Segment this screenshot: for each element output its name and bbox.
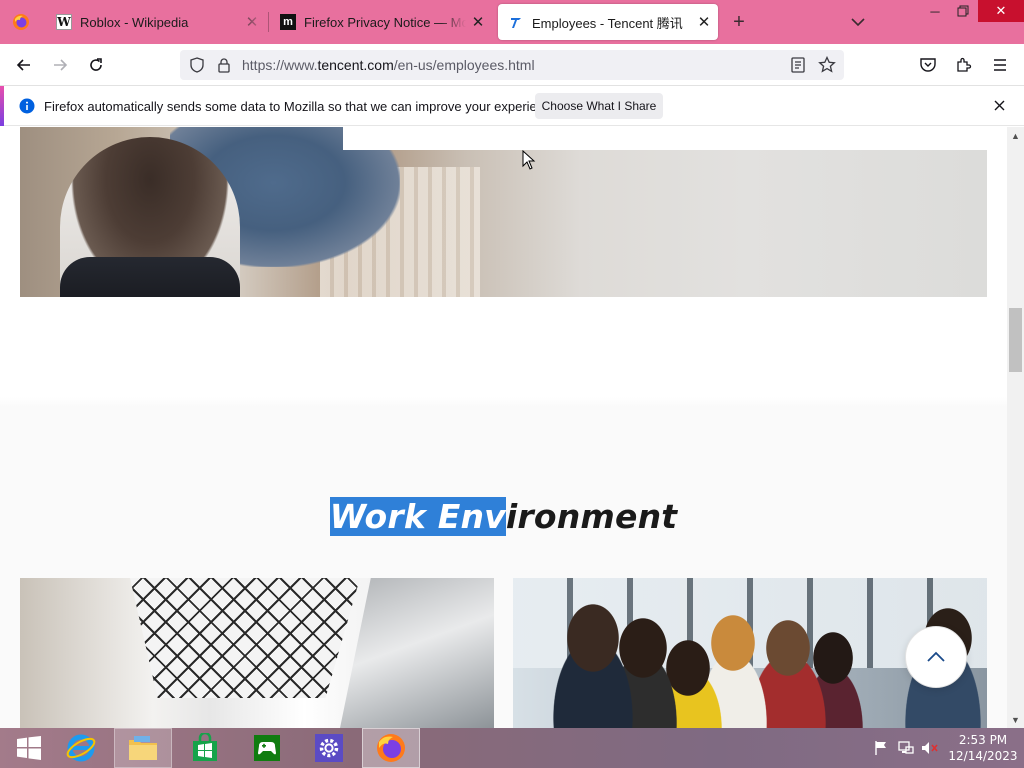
- info-icon: [19, 98, 35, 114]
- store-icon: [193, 733, 217, 761]
- notification-message: Firefox automatically sends some data to…: [44, 99, 562, 114]
- file-explorer-icon: [129, 736, 157, 760]
- restore-button[interactable]: [948, 0, 978, 22]
- choose-what-i-share-button[interactable]: Choose What I Share: [535, 93, 663, 119]
- hamburger-menu-icon: [994, 59, 1006, 71]
- action-center-flag-icon[interactable]: [872, 738, 890, 758]
- scroll-up-arrow-icon[interactable]: ▲: [1007, 127, 1024, 144]
- mozilla-icon: m: [280, 14, 296, 30]
- taskbar-store[interactable]: [176, 728, 234, 768]
- restore-icon: [957, 5, 969, 17]
- firefox-icon: [13, 14, 29, 30]
- tab-separator: [268, 12, 269, 32]
- bookmark-star-icon[interactable]: [818, 56, 836, 74]
- tab-strip: W Roblox - Wikipedia ✕ m Firefox Privacy…: [0, 0, 1024, 44]
- scrollbar-thumb[interactable]: [1009, 308, 1022, 372]
- reader-view-icon[interactable]: [791, 57, 805, 73]
- firefox-view-button[interactable]: [8, 8, 34, 36]
- tab-roblox-wikipedia[interactable]: W Roblox - Wikipedia ✕: [46, 4, 266, 40]
- tab-title: Firefox Privacy Notice — Mozilla: [304, 14, 466, 30]
- forward-button[interactable]: [46, 52, 74, 78]
- back-to-top-button[interactable]: [905, 626, 967, 688]
- reload-icon: [90, 58, 102, 71]
- close-tab-icon[interactable]: ✕: [692, 13, 716, 31]
- address-bar[interactable]: https://www.tencent.com/en-us/employees.…: [180, 50, 844, 80]
- back-button[interactable]: [10, 52, 38, 78]
- taskbar-internet-explorer[interactable]: [52, 728, 110, 768]
- close-tab-icon[interactable]: ✕: [466, 13, 490, 31]
- clock-time: 2:53 PM: [958, 733, 1008, 747]
- close-notification-icon[interactable]: [993, 99, 1006, 112]
- reload-button[interactable]: [82, 52, 110, 78]
- list-all-tabs-button[interactable]: [846, 10, 870, 34]
- scroll-down-arrow-icon[interactable]: ▼: [1007, 711, 1024, 728]
- network-icon[interactable]: [897, 738, 915, 758]
- start-icon: [17, 736, 41, 760]
- internet-explorer-icon: [66, 734, 96, 762]
- notification-accent-stripe: [0, 86, 4, 126]
- app-menu-button[interactable]: [986, 52, 1014, 78]
- new-tab-button[interactable]: +: [726, 10, 752, 34]
- tab-title: Employees - Tencent 腾讯: [532, 15, 683, 31]
- start-button[interactable]: [0, 728, 58, 768]
- taskbar-firefox[interactable]: [362, 728, 420, 768]
- tencent-icon: [508, 14, 524, 30]
- taskbar-xbox-games[interactable]: [238, 728, 296, 768]
- data-collection-notification-bar: Firefox automatically sends some data to…: [0, 86, 1024, 126]
- section-title-work-environment: Work Environment: [329, 497, 678, 536]
- wikipedia-icon: W: [56, 14, 72, 30]
- clock-date: 12/14/2023: [948, 749, 1018, 763]
- chevron-down-icon: [851, 18, 865, 27]
- windows-taskbar: 2:53 PM 12/14/2023: [0, 728, 1024, 768]
- mouse-pointer-icon: [522, 150, 536, 170]
- url-text: https://www.tencent.com/en-us/employees.…: [242, 57, 535, 73]
- page-content: Work Environment: [0, 127, 1007, 728]
- taskbar-file-explorer[interactable]: [114, 728, 172, 768]
- settings-icon: [315, 734, 343, 762]
- shield-icon[interactable]: [189, 57, 205, 73]
- close-icon: ✕: [995, 3, 1007, 18]
- plus-icon: +: [733, 11, 745, 33]
- navigation-toolbar: https://www.tencent.com/en-us/employees.…: [0, 44, 1024, 86]
- vertical-scrollbar[interactable]: ▲ ▼: [1007, 127, 1024, 728]
- tab-title: Roblox - Wikipedia: [80, 14, 189, 30]
- close-window-button[interactable]: ✕: [978, 0, 1024, 22]
- minimize-icon: ─: [930, 3, 940, 19]
- chevron-up-icon: [927, 651, 945, 662]
- pocket-icon: [920, 58, 936, 72]
- forward-arrow-icon: [54, 59, 68, 71]
- system-clock[interactable]: 2:53 PM 12/14/2023: [948, 732, 1018, 764]
- close-tab-icon[interactable]: ✕: [240, 13, 264, 31]
- firefox-icon: [377, 734, 405, 762]
- xbox-games-icon: [254, 735, 280, 761]
- screen: W Roblox - Wikipedia ✕ m Firefox Privacy…: [0, 0, 1024, 768]
- pocket-button[interactable]: [914, 52, 942, 78]
- tab-firefox-privacy-notice[interactable]: m Firefox Privacy Notice — Mozilla ✕: [270, 4, 492, 40]
- hero-photo-employees: [20, 127, 987, 297]
- hero-text-card: [343, 127, 1007, 150]
- lock-icon[interactable]: [217, 57, 231, 73]
- puzzle-icon: [957, 57, 972, 72]
- tab-employees-tencent[interactable]: Employees - Tencent 腾讯 ✕: [498, 4, 718, 40]
- volume-muted-icon[interactable]: [921, 738, 939, 758]
- office-interior-photo: [20, 578, 494, 728]
- taskbar-settings[interactable]: [300, 728, 358, 768]
- back-arrow-icon: [16, 59, 30, 71]
- extensions-button[interactable]: [950, 52, 978, 78]
- minimize-button[interactable]: ─: [920, 0, 950, 22]
